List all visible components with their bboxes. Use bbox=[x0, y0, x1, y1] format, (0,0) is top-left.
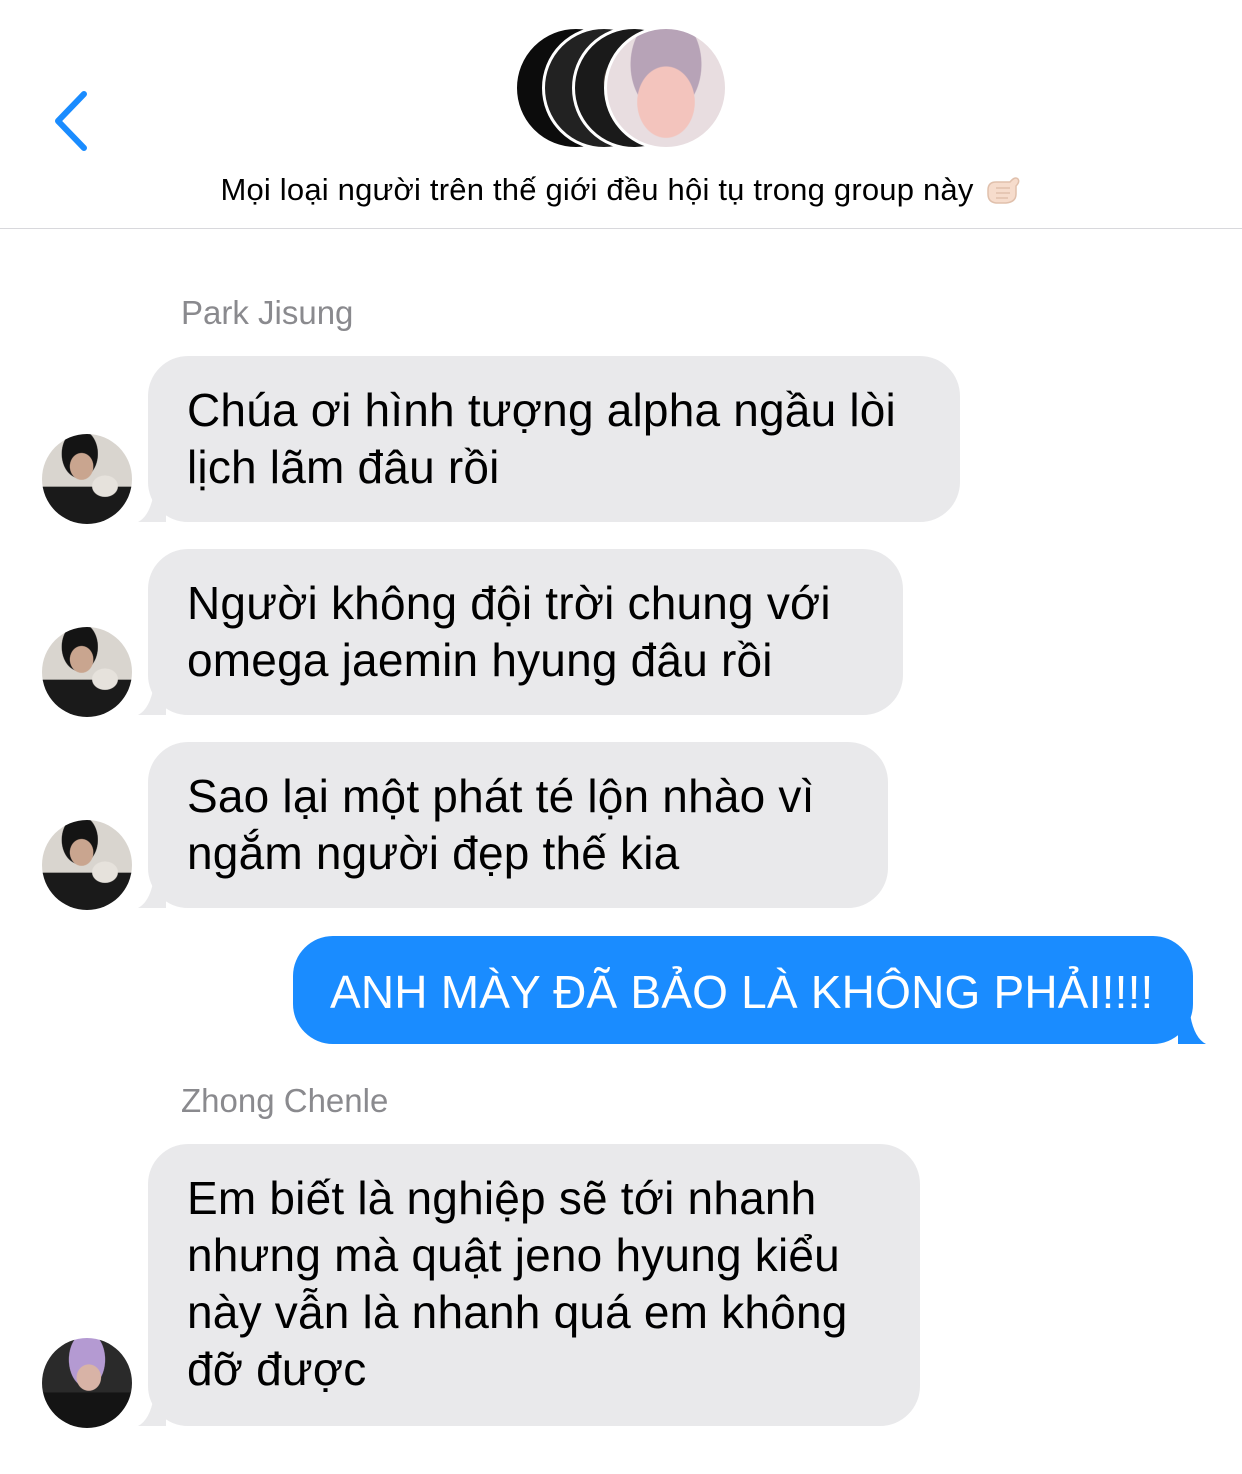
message-bubble[interactable]: Chúa ơi hình tượng alpha ngầu lòi lịch l… bbox=[148, 356, 960, 522]
message-line: Người không đội trời chung với bbox=[187, 577, 831, 629]
bubble-tail bbox=[138, 492, 166, 522]
message-bubble-outgoing[interactable]: ANH MÀY ĐÃ BẢO LÀ KHÔNG PHẢI!!!! bbox=[293, 936, 1193, 1044]
message-line: này vẫn là nhanh quá em không bbox=[187, 1286, 848, 1338]
message-line: ngắm người đẹp thế kia bbox=[187, 827, 680, 879]
chat-header: Mọi loại người trên thế giới đều hội tụ … bbox=[0, 0, 1242, 229]
back-button[interactable] bbox=[48, 88, 98, 154]
message-bubble[interactable]: Em biết là nghiệp sẽ tới nhanh nhưng mà … bbox=[148, 1144, 920, 1426]
message-bubble[interactable]: Sao lại một phát té lộn nhào vì ngắm ngư… bbox=[148, 742, 888, 908]
message-line: Chúa ơi hình tượng alpha ngầu lòi bbox=[187, 384, 896, 436]
group-avatar-stack[interactable] bbox=[514, 26, 734, 150]
avatar[interactable] bbox=[42, 434, 132, 524]
avatar[interactable] bbox=[42, 627, 132, 717]
sender-name: Zhong Chenle bbox=[181, 1082, 389, 1119]
bubble-tail bbox=[138, 878, 166, 908]
message-bubble[interactable]: Người không đội trời chung với omega jae… bbox=[148, 549, 903, 715]
bubble-tail bbox=[138, 685, 166, 715]
message-line: lịch lãm đâu rồi bbox=[187, 441, 500, 493]
message-line: omega jaemin hyung đâu rồi bbox=[187, 634, 773, 686]
message-line: Sao lại một phát té lộn nhào vì bbox=[187, 770, 815, 822]
avatar[interactable] bbox=[42, 1338, 132, 1428]
sender-name: Park Jisung bbox=[181, 294, 354, 331]
bubble-tail bbox=[1178, 1014, 1206, 1044]
bubble-tail bbox=[138, 1396, 166, 1426]
avatar[interactable] bbox=[42, 820, 132, 910]
group-member-avatar bbox=[604, 26, 728, 150]
message-line: nhưng mà quật jeno hyung kiểu bbox=[187, 1229, 840, 1281]
message-line: ANH MÀY ĐÃ BẢO LÀ KHÔNG PHẢI!!!! bbox=[330, 966, 1154, 1018]
call-me-hand-icon bbox=[986, 177, 1019, 204]
message-line: đỡ được bbox=[187, 1343, 367, 1395]
message-line: Em biết là nghiệp sẽ tới nhanh bbox=[187, 1172, 817, 1224]
group-name: Mọi loại người trên thế giới đều hội tụ … bbox=[220, 172, 974, 207]
group-name-row[interactable]: Mọi loại người trên thế giới đều hội tụ … bbox=[0, 170, 1242, 208]
chevron-left-icon bbox=[55, 91, 87, 151]
